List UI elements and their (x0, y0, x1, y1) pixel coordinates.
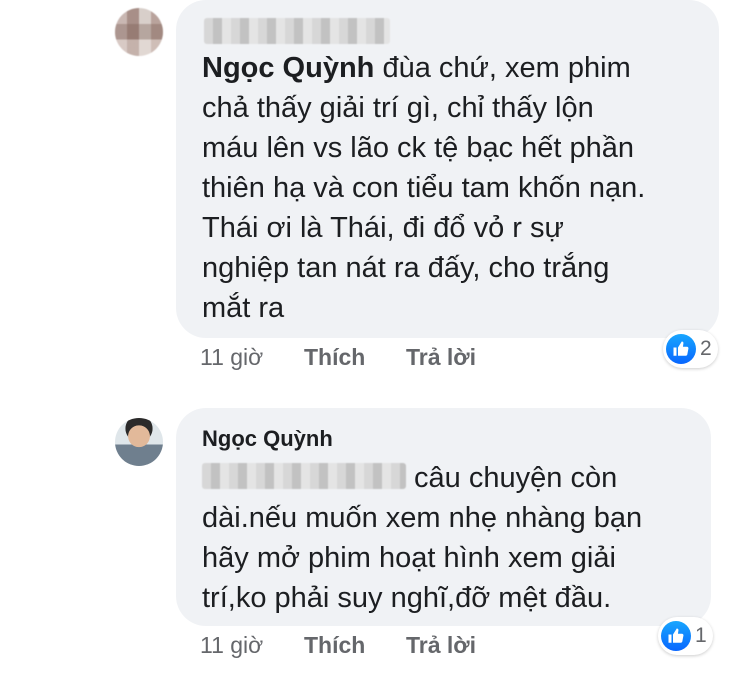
reaction-summary[interactable]: 1 (658, 617, 713, 655)
comment-bubble: Ngọc Quỳnh đùa chứ, xem phim chả thấy gi… (176, 0, 719, 338)
comment-meta: 11 giờ Thích Trả lời (0, 630, 749, 664)
avatar[interactable] (115, 8, 163, 56)
reaction-count: 1 (695, 624, 707, 647)
reply-button[interactable]: Trả lời (406, 632, 476, 659)
like-icon (666, 334, 696, 364)
comment-text: Ngọc Quỳnh đùa chứ, xem phim chả thấy gi… (202, 52, 646, 324)
comment-bubble: Ngọc Quỳnh câu chuyện còn dài.nếu muốn x… (176, 408, 711, 626)
author-name[interactable]: Ngọc Quỳnh (202, 424, 711, 454)
timestamp[interactable]: 11 giờ (200, 632, 263, 659)
reply-button[interactable]: Trả lời (406, 344, 476, 371)
timestamp[interactable]: 11 giờ (200, 344, 263, 371)
reaction-count: 2 (700, 337, 712, 360)
reaction-summary[interactable]: 2 (663, 330, 718, 368)
comment-meta: 11 giờ Thích Trả lời (0, 342, 749, 376)
like-button[interactable]: Thích (304, 632, 365, 659)
like-button[interactable]: Thích (304, 344, 365, 371)
like-icon (661, 621, 691, 651)
avatar[interactable] (115, 418, 163, 466)
redacted-author-name (204, 12, 719, 46)
redacted-mention (202, 463, 406, 490)
comment-text: câu chuyện còn dài.nếu muốn xem nhẹ nhàn… (202, 462, 643, 614)
mentioned-author[interactable]: Ngọc Quỳnh (202, 52, 374, 84)
